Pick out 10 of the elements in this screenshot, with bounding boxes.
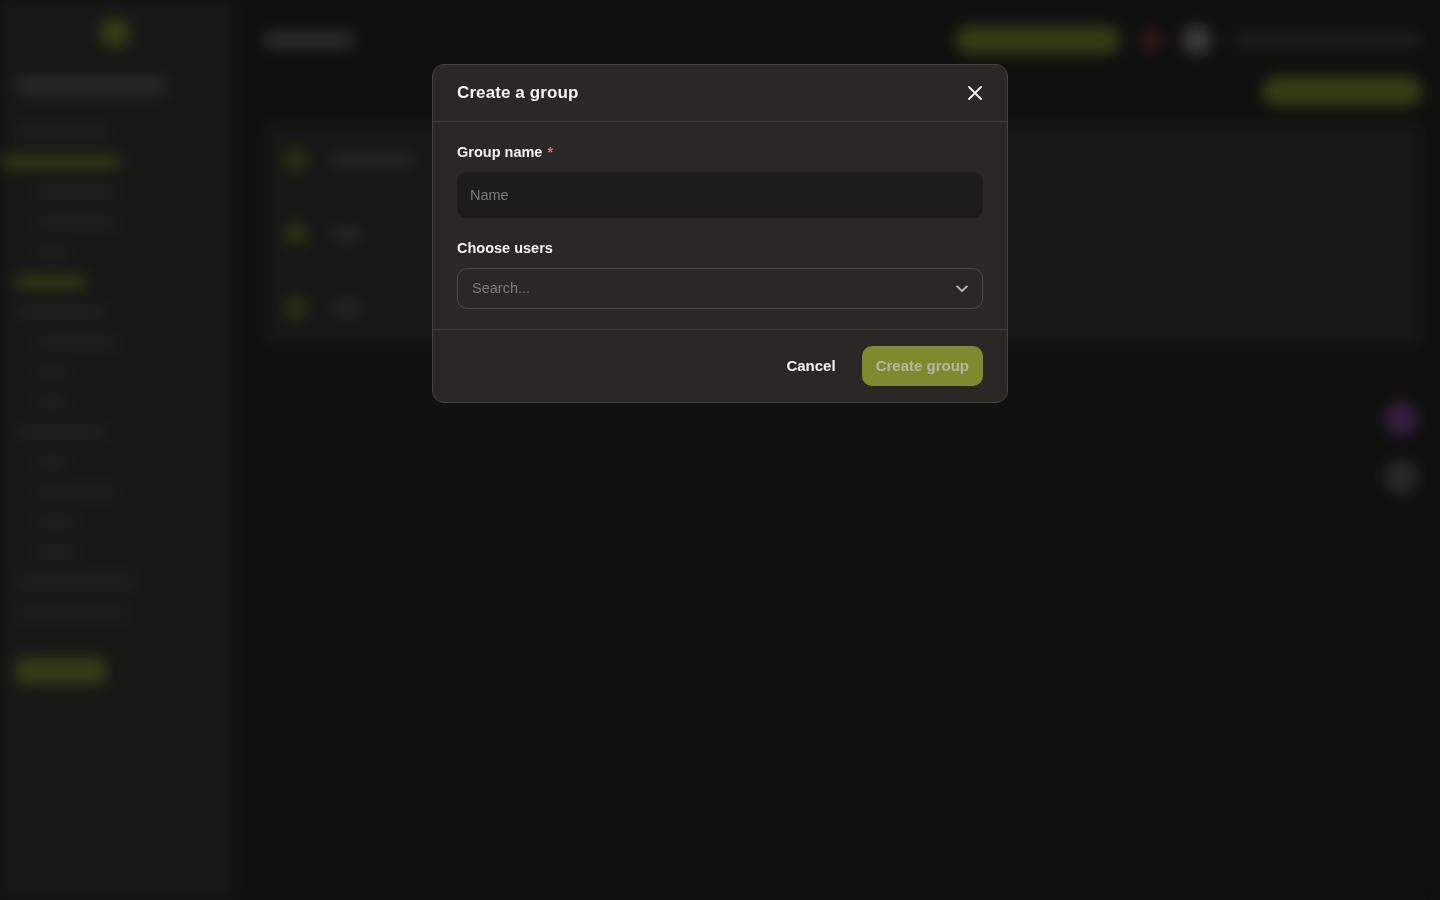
user-search-select[interactable]: Search... <box>457 268 983 309</box>
close-button[interactable] <box>967 85 983 101</box>
required-asterisk: * <box>547 143 554 162</box>
group-name-input[interactable]: Name <box>457 172 983 218</box>
dialog-title: Create a group <box>457 82 579 104</box>
chevron-down-icon <box>956 284 968 293</box>
close-icon <box>968 86 982 100</box>
cancel-button[interactable]: Cancel <box>774 346 848 386</box>
field-label: Group name <box>457 143 543 162</box>
field-label: Choose users <box>457 239 553 258</box>
